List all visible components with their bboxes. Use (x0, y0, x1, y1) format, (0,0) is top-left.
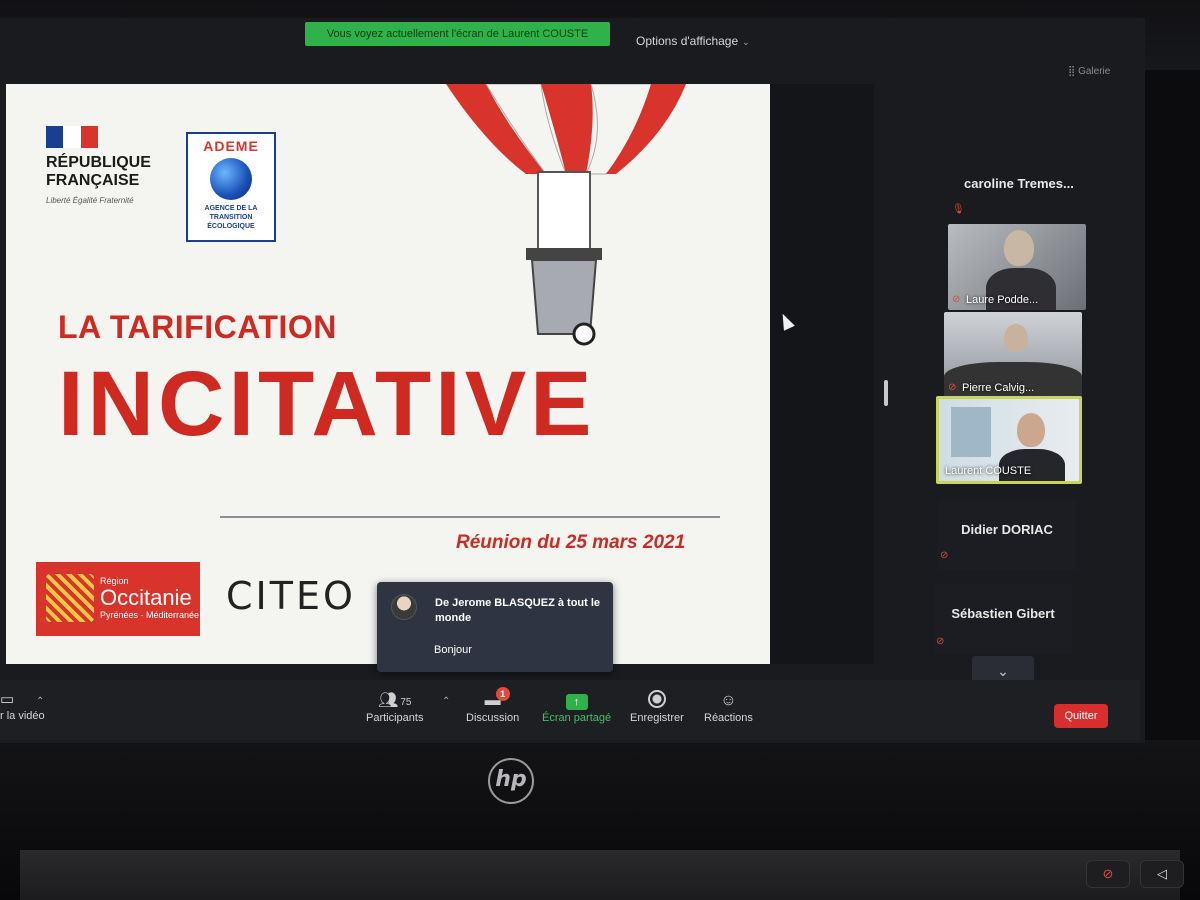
record-icon (647, 690, 666, 708)
participants-panel: caroline Tremes... 🎙︎ ⊘ Laure Podde... ⊘… (874, 84, 1124, 686)
mic-muted-icon: ⊘ (940, 550, 949, 561)
record-button[interactable]: Enregistrer (630, 690, 684, 724)
chat-label: Discussion (466, 712, 520, 724)
ademe-logo: ADEME AGENCE DE LA TRANSITION ÉCOLOGIQUE (186, 132, 276, 242)
tile-name: Laurent COUSTE (945, 465, 1032, 477)
video-tile[interactable]: ⊘ Pierre Calvig... (944, 312, 1082, 398)
rf-motto: Liberté Égalité Fraternité (46, 196, 134, 205)
participants-label: Participants (366, 712, 424, 724)
tile-name: Laure Podde... (966, 294, 1039, 306)
chat-notification[interactable]: De Jerome BLASQUEZ à tout le monde Bonjo… (377, 582, 613, 672)
mic-muted-icon: ⊘ (936, 636, 945, 647)
poster-shape (951, 407, 991, 457)
occitan-cross-icon (46, 574, 94, 622)
tile-name: Pierre Calvig... (962, 382, 1035, 394)
screen-share-banner[interactable]: Vous voyez actuellement l'écran de Laure… (305, 22, 610, 46)
tile-name: Didier DORIAC (961, 522, 1053, 537)
mic-muted-icon: ⊘ (952, 294, 961, 305)
ademe-subtitle: AGENCE DE LA TRANSITION ÉCOLOGIQUE (204, 205, 258, 230)
record-label: Enregistrer (630, 712, 684, 724)
republique-francaise-logo: RÉPUBLIQUE FRANÇAISE Liberté Égalité Fra… (46, 126, 176, 246)
video-tile-active[interactable]: Laurent COUSTE (936, 396, 1082, 484)
video-label: r la vidéo (0, 710, 45, 722)
mute-mic-key-icon: ⊘ (1086, 860, 1130, 888)
participants-count: 75 (400, 697, 412, 708)
french-flag-icon (46, 126, 98, 148)
chevron-down-icon: ⌄ (997, 663, 1009, 679)
participant-tile[interactable]: Didier DORIAC (938, 500, 1076, 570)
chat-button[interactable]: ▬ 1 Discussion (466, 687, 520, 724)
keyboard-edge (20, 850, 1180, 900)
rf-name: RÉPUBLIQUE FRANÇAISE (46, 154, 151, 189)
speaker-key-icon: ◁ (1140, 860, 1184, 888)
occitanie-logo: Région Occitanie Pyrénées · Méditerranée (36, 562, 200, 636)
globe-icon (210, 158, 252, 200)
gallery-view-toggle[interactable]: ⣿ Galerie (1068, 66, 1110, 77)
shared-slide: RÉPUBLIQUE FRANÇAISE Liberté Égalité Fra… (6, 84, 770, 664)
chat-icon: ▬ 1 (482, 687, 510, 712)
mic-muted-icon: 🎙︎ (952, 204, 965, 215)
divider (220, 516, 720, 518)
chevron-down-icon: ⌄ (742, 37, 750, 47)
chat-message: Bonjour (434, 644, 472, 656)
view-options-label: Options d'affichage (636, 34, 739, 48)
participants-button[interactable]: 👥︎ 75 Participants (366, 690, 423, 724)
participant-name-top[interactable]: caroline Tremes... (964, 176, 1074, 191)
participants-icon: 👥︎ 75 (378, 692, 412, 709)
share-area-gutter (770, 84, 874, 664)
mic-muted-icon: ⊘ (948, 382, 957, 393)
share-screen-button[interactable]: ↑ Écran partagé (542, 690, 611, 724)
citeo-logo: CITEO (226, 574, 356, 618)
leave-meeting-button[interactable]: Quitter (1054, 704, 1108, 728)
share-screen-label: Écran partagé (542, 712, 612, 724)
slide-date: Réunion du 25 mars 2021 (456, 532, 686, 553)
participant-tile[interactable]: Sébastien Gibert (934, 584, 1072, 654)
participants-options-caret-icon[interactable]: ⌃ (442, 696, 450, 707)
participant-face (1017, 413, 1045, 447)
video-options-caret-icon[interactable]: ⌃ (36, 696, 44, 707)
occitanie-name: Occitanie (100, 585, 192, 610)
reactions-label: Réactions (704, 712, 753, 724)
tile-name: Sébastien Gibert (951, 606, 1055, 621)
hp-logo: hp (488, 758, 534, 804)
chat-unread-badge: 1 (495, 687, 510, 701)
chat-sender: De Jerome BLASQUEZ à tout le monde (435, 597, 601, 624)
slide-title-big: INCITATIVE (58, 353, 596, 455)
share-screen-icon: ↑ (565, 694, 588, 710)
video-tile[interactable]: ⊘ Laure Podde... (948, 224, 1086, 310)
hot-air-balloon-bin-illustration (446, 84, 686, 346)
reactions-button[interactable]: ☺ Réactions (704, 690, 753, 724)
occitanie-subtitle: Pyrénées · Méditerranée (100, 610, 200, 620)
meeting-toolbar: ▭ r la vidéo ⌃ 👥︎ 75 Participants ⌃ ▬ 1 Di… (0, 680, 1140, 740)
participant-face (1004, 230, 1034, 266)
participant-face (1004, 324, 1028, 352)
view-options-menu[interactable]: Options d'affichage ⌄ (636, 34, 750, 48)
ademe-title: ADEME (203, 138, 259, 154)
smiley-plus-icon: ☺ (720, 692, 737, 709)
slide-title-small: LA TARIFICATION (58, 309, 337, 345)
avatar (391, 594, 417, 620)
